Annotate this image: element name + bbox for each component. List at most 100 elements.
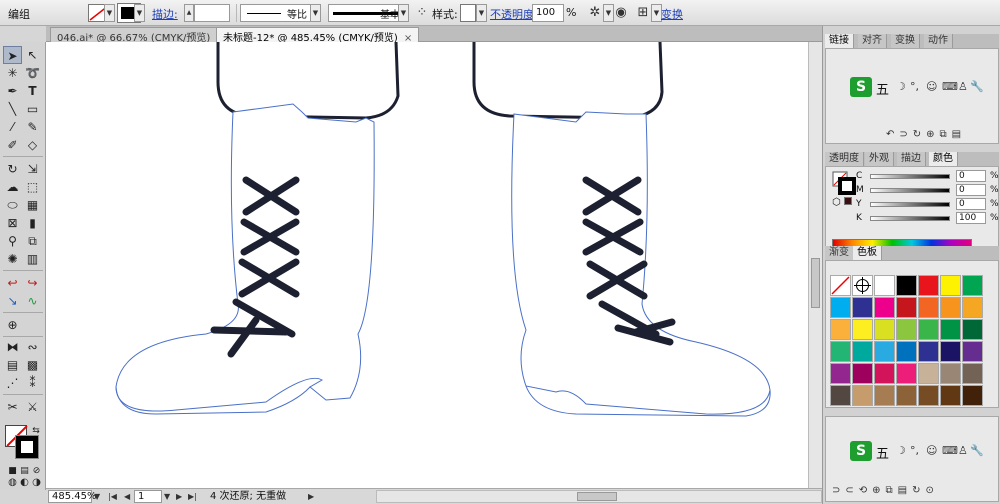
color-swatch[interactable] [830, 363, 851, 384]
eyedropper-tool-icon[interactable]: ⚲ [3, 232, 22, 250]
cyan-slider[interactable] [870, 174, 950, 179]
color-swatch[interactable] [874, 341, 895, 362]
crosshair-tool-icon[interactable]: ⊕ [3, 316, 22, 334]
fill-dropdown[interactable]: ▼ [104, 4, 115, 22]
color-swatch[interactable] [962, 407, 983, 408]
color-swatch[interactable] [918, 297, 939, 318]
blend-tool-icon[interactable]: ⧉ [23, 232, 42, 250]
selection-tool-icon[interactable]: ➤ [3, 46, 22, 64]
style-dropdown[interactable]: ▼ [476, 4, 487, 22]
user-icon[interactable]: ♙ [958, 80, 968, 93]
symbol-sprayer-tool-icon[interactable]: ✺ [3, 250, 22, 268]
tab-transparency[interactable]: 透明度 [825, 152, 864, 166]
warp-tool-icon[interactable]: ☁ [3, 178, 22, 196]
color-swatch[interactable] [962, 275, 983, 296]
draw-inside-icon[interactable]: ◑ [27, 474, 46, 492]
links-panel-buttons[interactable]: ↶⊃↻⊕⧉▤ [886, 129, 966, 143]
color-swatch[interactable] [852, 385, 873, 406]
color-swatch[interactable] [874, 297, 895, 318]
emoji-icon[interactable]: ☺ [926, 80, 937, 93]
color-swatch[interactable] [852, 275, 873, 296]
color-swatch[interactable] [830, 407, 851, 408]
opacity-link[interactable]: 不透明度: [490, 6, 538, 22]
scale-tool-icon[interactable]: ⇲ [23, 160, 42, 178]
color-swatch[interactable] [940, 297, 961, 318]
tab-align[interactable]: 对齐 [858, 34, 887, 48]
lasso-tool-icon[interactable]: ➰ [23, 64, 42, 82]
color-swatch[interactable] [896, 275, 917, 296]
pucker-tool-icon[interactable]: ⋰ [3, 374, 22, 392]
graphic-style-swatch[interactable] [460, 4, 476, 22]
stroke-weight-stepper[interactable]: ▲ [184, 4, 194, 22]
cube-icon[interactable]: ⬡ [832, 197, 841, 208]
color-swatch[interactable] [896, 363, 917, 384]
color-swatch[interactable] [852, 341, 873, 362]
color-swatch[interactable] [896, 385, 917, 406]
first-artboard-icon[interactable]: |◀ [108, 490, 117, 503]
column-graph-tool-icon[interactable]: ▥ [23, 250, 42, 268]
color-swatch[interactable] [918, 341, 939, 362]
wave-tool-green-icon[interactable]: ∿ [23, 292, 42, 310]
magic-wand-tool-icon[interactable]: ✳ [3, 64, 22, 82]
fill-stroke-proxy[interactable] [832, 171, 856, 195]
graph-tool-icon[interactable]: ▤ [3, 356, 22, 374]
chart-tool-icon[interactable]: ▩ [23, 356, 42, 374]
swap-fill-stroke-icon[interactable]: ⇆ [29, 422, 43, 440]
zoom-field[interactable]: 485.45% [48, 490, 97, 503]
artboard-number-field[interactable]: 1 [134, 490, 162, 503]
color-swatch[interactable] [940, 407, 961, 408]
color-swatch[interactable] [940, 319, 961, 340]
color-swatch[interactable] [852, 319, 873, 340]
settings-wrench-icon[interactable]: 🔧 [970, 80, 984, 93]
color-swatch[interactable] [830, 297, 851, 318]
color-swatch[interactable] [940, 363, 961, 384]
tab-document-untitled-12[interactable]: 未标题-12* @ 485.45% (CMYK/预览) × [216, 27, 420, 44]
color-swatch[interactable] [852, 407, 873, 408]
panel-footer-buttons[interactable]: ⊃⊂⟲⊕⧉▤↻⊙ [832, 485, 939, 499]
color-swatch[interactable] [830, 319, 851, 340]
ime-mode-label[interactable]: 五 [876, 79, 889, 98]
moon-icon[interactable]: ☽ [896, 444, 906, 457]
color-swatch[interactable] [962, 297, 983, 318]
color-swatch[interactable] [940, 385, 961, 406]
pencil-tool-icon[interactable]: ✎ [23, 118, 42, 136]
opacity-field[interactable]: 100 [532, 4, 564, 22]
scroll-thumb[interactable] [577, 492, 617, 501]
stroke-dropdown[interactable]: ▼ [134, 4, 145, 22]
crystallize-tool-icon[interactable]: ⁑ [23, 374, 42, 392]
ime-mode-label[interactable]: 五 [876, 443, 889, 462]
keyboard-icon[interactable]: ⌨ [942, 80, 958, 93]
eraser-tool-icon[interactable]: ◇ [23, 136, 42, 154]
settings-wrench-icon[interactable]: 🔧 [970, 444, 984, 457]
color-swatch[interactable] [874, 385, 895, 406]
sogou-logo[interactable]: S [850, 441, 872, 461]
direct-selection-tool-icon[interactable]: ↖ [23, 46, 42, 64]
rectangle-tool-icon[interactable]: ▭ [23, 100, 42, 118]
color-swatch[interactable] [940, 275, 961, 296]
yellow-value[interactable]: 0 [956, 198, 986, 210]
tab-color[interactable]: 颜色 [929, 152, 958, 166]
color-swatch[interactable] [830, 341, 851, 362]
color-swatch[interactable] [852, 363, 873, 384]
color-swatch[interactable] [874, 275, 895, 296]
color-swatch[interactable] [896, 407, 917, 408]
pen-tool-icon[interactable]: ✒ [3, 82, 22, 100]
gradient-tool-icon[interactable]: ▮ [23, 214, 42, 232]
color-swatch[interactable] [874, 319, 895, 340]
color-swatch[interactable] [940, 341, 961, 362]
tab-actions[interactable]: 动作 [924, 34, 953, 48]
color-swatch[interactable] [896, 319, 917, 340]
warp-wave-tool-icon[interactable]: ∾ [23, 338, 42, 356]
tab-stroke[interactable]: 描边 [897, 152, 926, 166]
boots-artwork[interactable] [46, 42, 808, 488]
left-boot[interactable] [115, 42, 400, 415]
tab-appearance[interactable]: 外观 [865, 152, 894, 166]
color-swatch[interactable] [962, 385, 983, 406]
status-menu-icon[interactable]: ▶ [308, 490, 314, 503]
color-swatch[interactable] [962, 341, 983, 362]
last-artboard-icon[interactable]: ▶| [188, 490, 197, 503]
profile-dropdown[interactable]: ▼ [310, 4, 321, 22]
zoom-dropdown-icon[interactable]: ▼ [94, 490, 100, 503]
blob-brush-tool-icon[interactable]: ✐ [3, 136, 22, 154]
black-slider[interactable] [870, 216, 950, 221]
